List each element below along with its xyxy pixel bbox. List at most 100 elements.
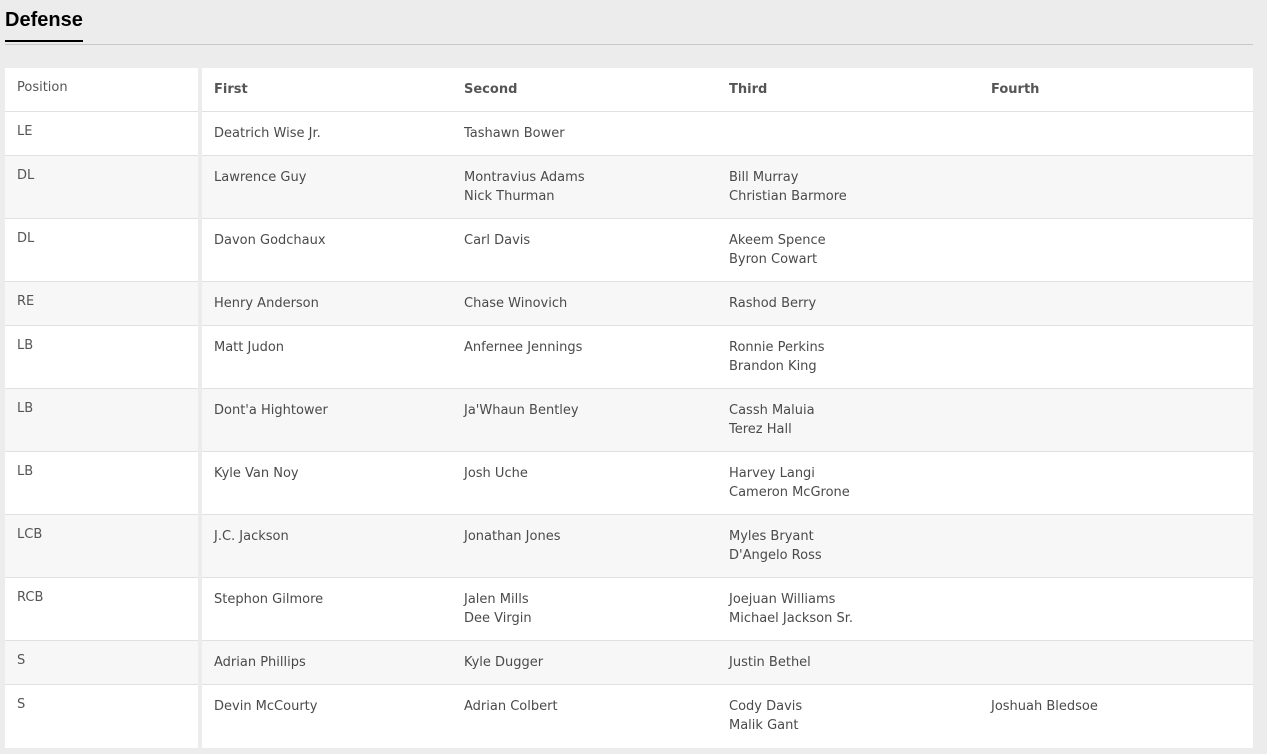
table-row: Matt Judon Anfernee Jennings Ronnie Perkin… xyxy=(202,326,1253,389)
player-name: J.C. Jackson xyxy=(214,529,289,544)
player-name: Bill Murray xyxy=(729,170,799,185)
player-name: Akeem Spence xyxy=(729,233,826,248)
second-string-cell: Chase Winovich xyxy=(464,282,729,325)
player-name: D'Angelo Ross xyxy=(729,548,822,563)
player-name: Dee Virgin xyxy=(464,611,532,626)
first-string-cell: Matt Judon xyxy=(202,326,464,388)
player-name: Michael Jackson Sr. xyxy=(729,611,854,626)
second-string-cell: Anfernee Jennings xyxy=(464,326,729,388)
third-string-cell: Rashod Berry xyxy=(729,282,991,325)
second-string-cell: Tashawn Bower xyxy=(464,112,729,155)
fourth-string-cell xyxy=(991,515,1253,577)
player-name: Matt Judon xyxy=(214,340,285,355)
player-name: Ronnie Perkins xyxy=(729,340,825,355)
table-row: Henry Anderson Chase Winovich Rashod Berry xyxy=(202,282,1253,326)
position-row: LB xyxy=(5,389,198,452)
position-row: RE xyxy=(5,282,198,326)
player-name: Montravius Adams xyxy=(464,170,585,185)
first-string-cell: Lawrence Guy xyxy=(202,156,464,218)
first-string-cell: Dont'a Hightower xyxy=(202,389,464,451)
players-table: First Second Third Fourth Deatrich Wise … xyxy=(202,68,1253,748)
player-name: Ja'Whaun Bentley xyxy=(464,403,579,418)
second-string-cell: Jalen Mills Dee Virgin xyxy=(464,578,729,640)
table-row: Devin McCourty Adrian Colbert Cody Davis Ma… xyxy=(202,685,1253,747)
section-title: Defense xyxy=(5,8,83,42)
position-cell: LE xyxy=(17,124,33,139)
second-string-cell: Josh Uche xyxy=(464,452,729,514)
player-name: Terez Hall xyxy=(729,422,792,437)
third-string-cell: Myles Bryant D'Angelo Ross xyxy=(729,515,991,577)
header-fourth: Fourth xyxy=(991,82,1040,97)
second-string-cell: Kyle Dugger xyxy=(464,641,729,684)
player-name: Cameron McGrone xyxy=(729,485,850,500)
position-row: LB xyxy=(5,326,198,389)
player-name: Stephon Gilmore xyxy=(214,592,324,607)
player-name: Brandon King xyxy=(729,359,817,374)
position-column: Position LE DL DL RE LB LB LB LCB RCB S S xyxy=(5,68,198,748)
position-cell: LB xyxy=(17,401,34,416)
position-row: LCB xyxy=(5,515,198,578)
player-name: Kyle Dugger xyxy=(464,655,544,670)
player-name: Dont'a Hightower xyxy=(214,403,328,418)
third-string-cell: Ronnie Perkins Brandon King xyxy=(729,326,991,388)
position-row: LB xyxy=(5,452,198,515)
position-cell: DL xyxy=(17,168,35,183)
position-cell: RE xyxy=(17,294,35,309)
player-name: Davon Godchaux xyxy=(214,233,326,248)
fourth-string-cell xyxy=(991,641,1253,684)
header-first: First xyxy=(214,82,248,97)
position-cell: RCB xyxy=(17,590,44,605)
position-cell: S xyxy=(17,697,26,712)
fourth-string-cell xyxy=(991,156,1253,218)
position-cell: LCB xyxy=(17,527,43,542)
first-string-cell: Stephon Gilmore xyxy=(202,578,464,640)
table-row: Dont'a Hightower Ja'Whaun Bentley Cassh Ma… xyxy=(202,389,1253,452)
position-row: S xyxy=(5,641,198,685)
position-row: RCB xyxy=(5,578,198,641)
player-name: Josh Uche xyxy=(464,466,528,481)
player-name: Carl Davis xyxy=(464,233,531,248)
table-row: Stephon Gilmore Jalen Mills Dee Virgin Joej… xyxy=(202,578,1253,641)
position-header: Position xyxy=(17,80,68,95)
fourth-string-cell xyxy=(991,452,1253,514)
third-string-cell: Joejuan Williams Michael Jackson Sr. xyxy=(729,578,991,640)
position-row: LE xyxy=(5,112,198,156)
third-string-cell: Cassh Maluia Terez Hall xyxy=(729,389,991,451)
header-second: Second xyxy=(464,82,518,97)
table-row: Adrian Phillips Kyle Dugger Justin Bethel xyxy=(202,641,1253,685)
fourth-string-cell xyxy=(991,326,1253,388)
position-cell: S xyxy=(17,653,26,668)
second-string-cell: Montravius Adams Nick Thurman xyxy=(464,156,729,218)
player-name: Jonathan Jones xyxy=(464,529,561,544)
fourth-string-cell xyxy=(991,578,1253,640)
table-row: J.C. Jackson Jonathan Jones Myles Bryant D'… xyxy=(202,515,1253,578)
second-string-cell: Jonathan Jones xyxy=(464,515,729,577)
player-name: Adrian Colbert xyxy=(464,699,558,714)
players-header-row: First Second Third Fourth xyxy=(202,68,1253,112)
fourth-string-cell xyxy=(991,389,1253,451)
player-name: Myles Bryant xyxy=(729,529,814,544)
player-name: Nick Thurman xyxy=(464,189,555,204)
table-row: Deatrich Wise Jr. Tashawn Bower xyxy=(202,112,1253,156)
player-name: Cassh Maluia xyxy=(729,403,815,418)
first-string-cell: Davon Godchaux xyxy=(202,219,464,281)
position-row: S xyxy=(5,685,198,747)
third-string-cell xyxy=(729,112,991,155)
third-string-cell: Justin Bethel xyxy=(729,641,991,684)
first-string-cell: Kyle Van Noy xyxy=(202,452,464,514)
player-name: Henry Anderson xyxy=(214,296,319,311)
depth-chart-table: Position LE DL DL RE LB LB LB LCB RCB S S First Se… xyxy=(5,68,1253,748)
player-name: Byron Cowart xyxy=(729,252,818,267)
player-name: Joejuan Williams xyxy=(729,592,836,607)
player-name: Devin McCourty xyxy=(214,699,318,714)
player-name: Anfernee Jennings xyxy=(464,340,583,355)
fourth-string-cell xyxy=(991,219,1253,281)
player-name: Joshuah Bledsoe xyxy=(991,699,1098,714)
second-string-cell: Ja'Whaun Bentley xyxy=(464,389,729,451)
player-name: Rashod Berry xyxy=(729,296,817,311)
player-name: Cody Davis xyxy=(729,699,803,714)
first-string-cell: Deatrich Wise Jr. xyxy=(202,112,464,155)
first-string-cell: J.C. Jackson xyxy=(202,515,464,577)
fourth-string-cell xyxy=(991,282,1253,325)
player-name: Christian Barmore xyxy=(729,189,847,204)
